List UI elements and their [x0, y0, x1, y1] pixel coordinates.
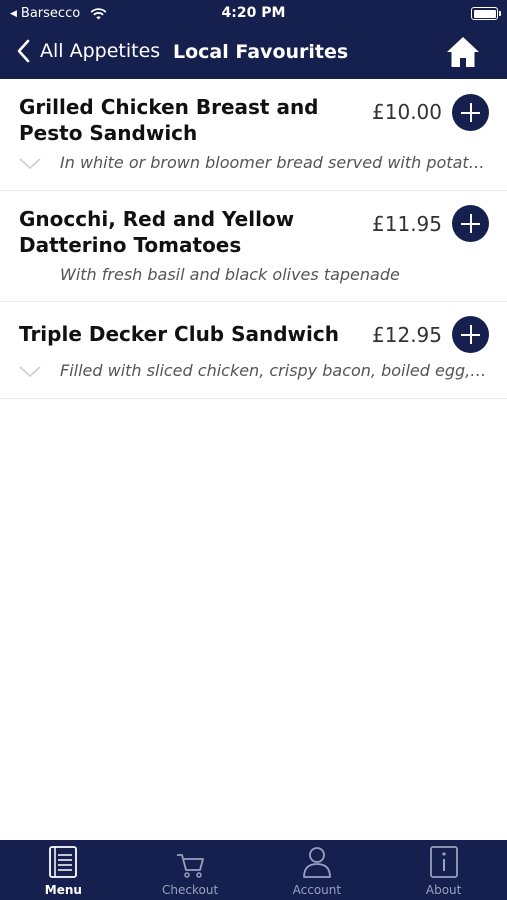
- chevron-left-icon: [17, 39, 30, 63]
- menu-item: Grilled Chicken Breast and Pesto Sandwic…: [0, 79, 507, 191]
- info-icon: [429, 846, 458, 878]
- battery-icon: [471, 7, 501, 20]
- status-bar: ◀ Barsecco 4:20 PM: [0, 0, 507, 28]
- add-to-cart-button[interactable]: [452, 94, 489, 131]
- tab-label: Checkout: [162, 883, 219, 897]
- item-description: In white or brown bloomer bread served w…: [60, 153, 489, 172]
- page-title: Local Favourites: [173, 41, 349, 63]
- status-time: 4:20 PM: [221, 5, 286, 21]
- item-price: £10.00: [372, 100, 442, 124]
- top-bar: ◀ Barsecco 4:20 PM All Appetites Local F…: [0, 0, 507, 79]
- menu-item: Triple Decker Club Sandwich £12.95 Fille…: [0, 302, 507, 399]
- tab-about[interactable]: About: [380, 840, 507, 900]
- tab-label: Account: [292, 883, 342, 897]
- menu-list: Grilled Chicken Breast and Pesto Sandwic…: [0, 79, 507, 399]
- back-button-label: All Appetites: [40, 40, 161, 62]
- tab-menu[interactable]: Menu: [0, 840, 127, 900]
- navigation-bar: All Appetites Local Favourites: [0, 30, 507, 76]
- item-description: Filled with sliced chicken, crispy bacon…: [60, 361, 489, 380]
- add-to-cart-button[interactable]: [452, 205, 489, 242]
- back-button[interactable]: All Appetites: [14, 38, 160, 64]
- item-price: £12.95: [372, 323, 442, 347]
- item-name: Gnocchi, Red and Yellow Datterino Tomato…: [19, 207, 295, 257]
- add-to-cart-button[interactable]: [452, 316, 489, 353]
- menu-item: Gnocchi, Red and Yellow Datterino Tomato…: [0, 191, 507, 302]
- home-icon[interactable]: [445, 35, 481, 69]
- tab-account[interactable]: Account: [254, 840, 381, 900]
- tab-label: Menu: [44, 883, 82, 897]
- tab-checkout[interactable]: Checkout: [127, 840, 254, 900]
- tab-label: About: [425, 883, 462, 897]
- item-name: Triple Decker Club Sandwich: [19, 322, 339, 346]
- chevron-down-icon[interactable]: [19, 158, 41, 170]
- menu-book-icon: [49, 846, 78, 878]
- item-price: £11.95: [372, 212, 442, 236]
- person-icon: [302, 847, 331, 878]
- tab-bar: Menu Checkout Account About: [0, 840, 507, 900]
- chevron-down-icon[interactable]: [19, 366, 41, 378]
- cart-icon: [177, 854, 205, 878]
- item-description: With fresh basil and black olives tapena…: [60, 265, 400, 284]
- item-name: Grilled Chicken Breast and Pesto Sandwic…: [19, 95, 319, 145]
